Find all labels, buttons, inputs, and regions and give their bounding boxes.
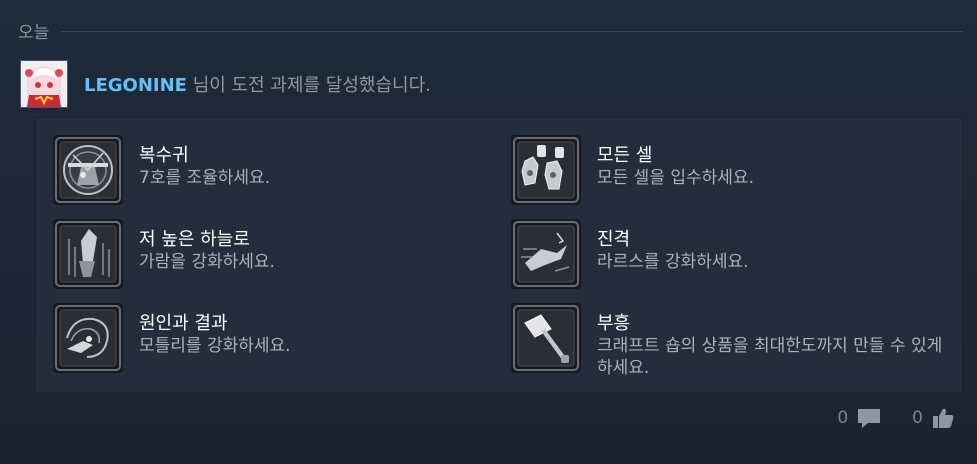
achievement-title: 부흥: [597, 313, 631, 334]
comments-count: 0: [837, 408, 849, 428]
achievement-description: 가람을 강화하세요.: [139, 252, 275, 272]
thumbs-up-icon: [933, 408, 954, 428]
achievement-description: 라르스를 강화하세요.: [597, 252, 749, 272]
achievement-description: 7호를 조율하세요.: [139, 168, 271, 188]
avatar-image-icon: [21, 61, 67, 107]
achievement-item[interactable]: 원인과 결과 모틀리를 강화하세요.: [53, 303, 473, 373]
achievement-description: 모틀리를 강화하세요.: [139, 336, 291, 356]
achievement-item[interactable]: 모든 셀 모든 셀을 입수하세요.: [511, 135, 931, 205]
activity-headline: LEGONINE 님이 도전 과제를 달성했습니다.: [84, 71, 431, 97]
spiral-figure-icon: [53, 303, 123, 373]
date-header: 오늘: [18, 14, 963, 46]
like-button[interactable]: 0: [912, 406, 955, 430]
avatar[interactable]: [20, 60, 68, 108]
clock-gear-robot-icon: [53, 135, 123, 205]
achievement-description: 모든 셀을 입수하세요.: [597, 168, 754, 188]
achievements-panel: 복수귀 7호를 조율하세요. 모든 셀 모든 셀을 입수하세요. 저 높은 하늘…: [35, 117, 963, 393]
date-label: 오늘: [18, 22, 50, 43]
charging-figure-icon: [511, 219, 581, 289]
comments-button[interactable]: 0: [837, 406, 882, 430]
achievement-item[interactable]: 진격 라르스를 강화하세요.: [511, 219, 931, 289]
username-link[interactable]: LEGONINE: [84, 75, 187, 96]
achievement-item[interactable]: 저 높은 하늘로 가람을 강화하세요.: [53, 219, 473, 289]
comment-icon: [858, 409, 881, 428]
achievement-title: 복수귀: [139, 145, 189, 166]
achievement-title: 원인과 결과: [139, 313, 228, 334]
activity-entry: LEGONINE 님이 도전 과제를 달성했습니다.: [20, 60, 431, 108]
likes-count: 0: [912, 408, 923, 428]
date-divider: [61, 30, 963, 32]
achievement-item[interactable]: 부흥 크래프트 숍의 상품을 최대한도까지 만들 수 있게 하세요.: [511, 303, 942, 379]
achievement-title: 저 높은 하늘로: [139, 229, 250, 250]
achievement-title: 진격: [597, 229, 631, 250]
achievement-item[interactable]: 복수귀 7호를 조율하세요.: [53, 135, 473, 205]
activity-message: 님이 도전 과제를 달성했습니다.: [186, 75, 431, 96]
activity-feed: 오늘 LEGONINE 님이 도전 과제를 달성했습니다. 복수귀 7호를 조율…: [0, 0, 977, 464]
achievement-description: 크래프트 숍의 상품을 최대한도까지 만들 수 있게 하세요.: [597, 336, 943, 378]
activity-footer: 0 0: [837, 406, 955, 430]
rocket-figure-icon: [53, 219, 123, 289]
achievement-title: 모든 셀: [597, 145, 653, 166]
cells-icon: [511, 135, 581, 205]
hammer-icon: [511, 303, 581, 373]
